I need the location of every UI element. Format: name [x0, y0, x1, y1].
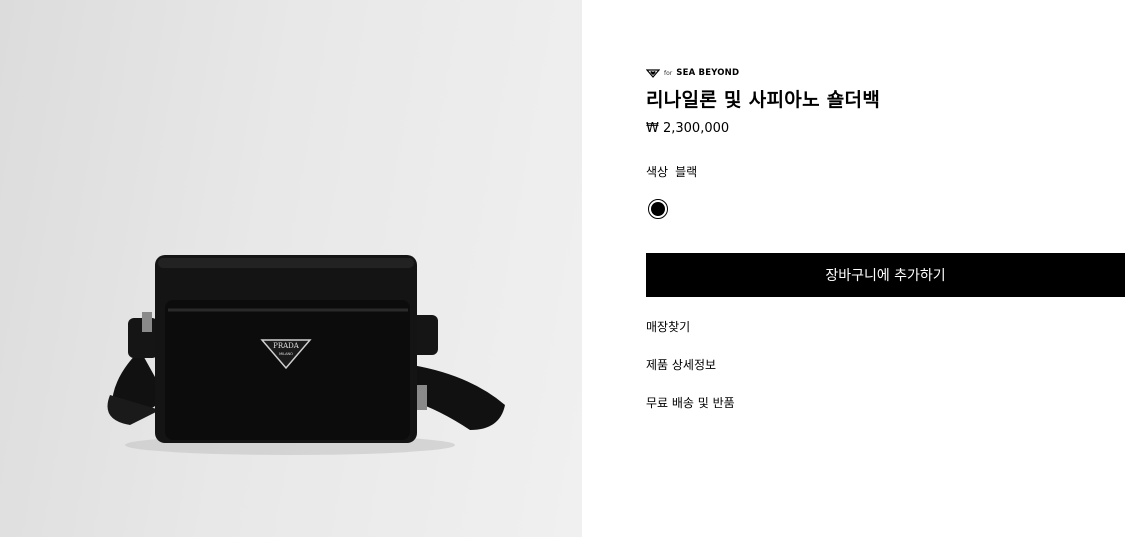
heart-triangle-icon	[646, 68, 660, 78]
color-swatch-black[interactable]	[648, 199, 668, 219]
brand-name: SEA BEYOND	[676, 68, 740, 78]
color-label: 색상	[646, 165, 669, 179]
brand-prefix: for	[664, 69, 673, 77]
product-price: ₩ 2,300,000	[646, 121, 730, 136]
product-title: 리나일론 및 사피아노 숄더백	[646, 89, 881, 111]
shipping-returns-link[interactable]: 무료 배송 및 반품	[646, 394, 735, 411]
bag-logo-sub: MILANO	[279, 352, 293, 356]
sea-beyond-badge: for SEA BEYOND	[646, 68, 739, 78]
add-to-cart-button[interactable]: 장바구니에 추가하기	[646, 253, 1125, 297]
product-image: PRADA MILANO	[107, 255, 505, 455]
product-details-link[interactable]: 제품 상세정보	[646, 356, 716, 373]
store-locator-link[interactable]: 매장찾기	[646, 318, 690, 335]
swatch-fill	[651, 202, 665, 216]
product-image-panel: PRADA MILANO	[0, 0, 582, 537]
bag-logo-text: PRADA	[273, 342, 300, 350]
product-info: for SEA BEYOND 리나일론 및 사피아노 숄더백 ₩ 2,300,0…	[646, 0, 1126, 537]
color-value: 블랙	[675, 165, 698, 179]
color-selection: 색상 블랙	[646, 163, 697, 180]
